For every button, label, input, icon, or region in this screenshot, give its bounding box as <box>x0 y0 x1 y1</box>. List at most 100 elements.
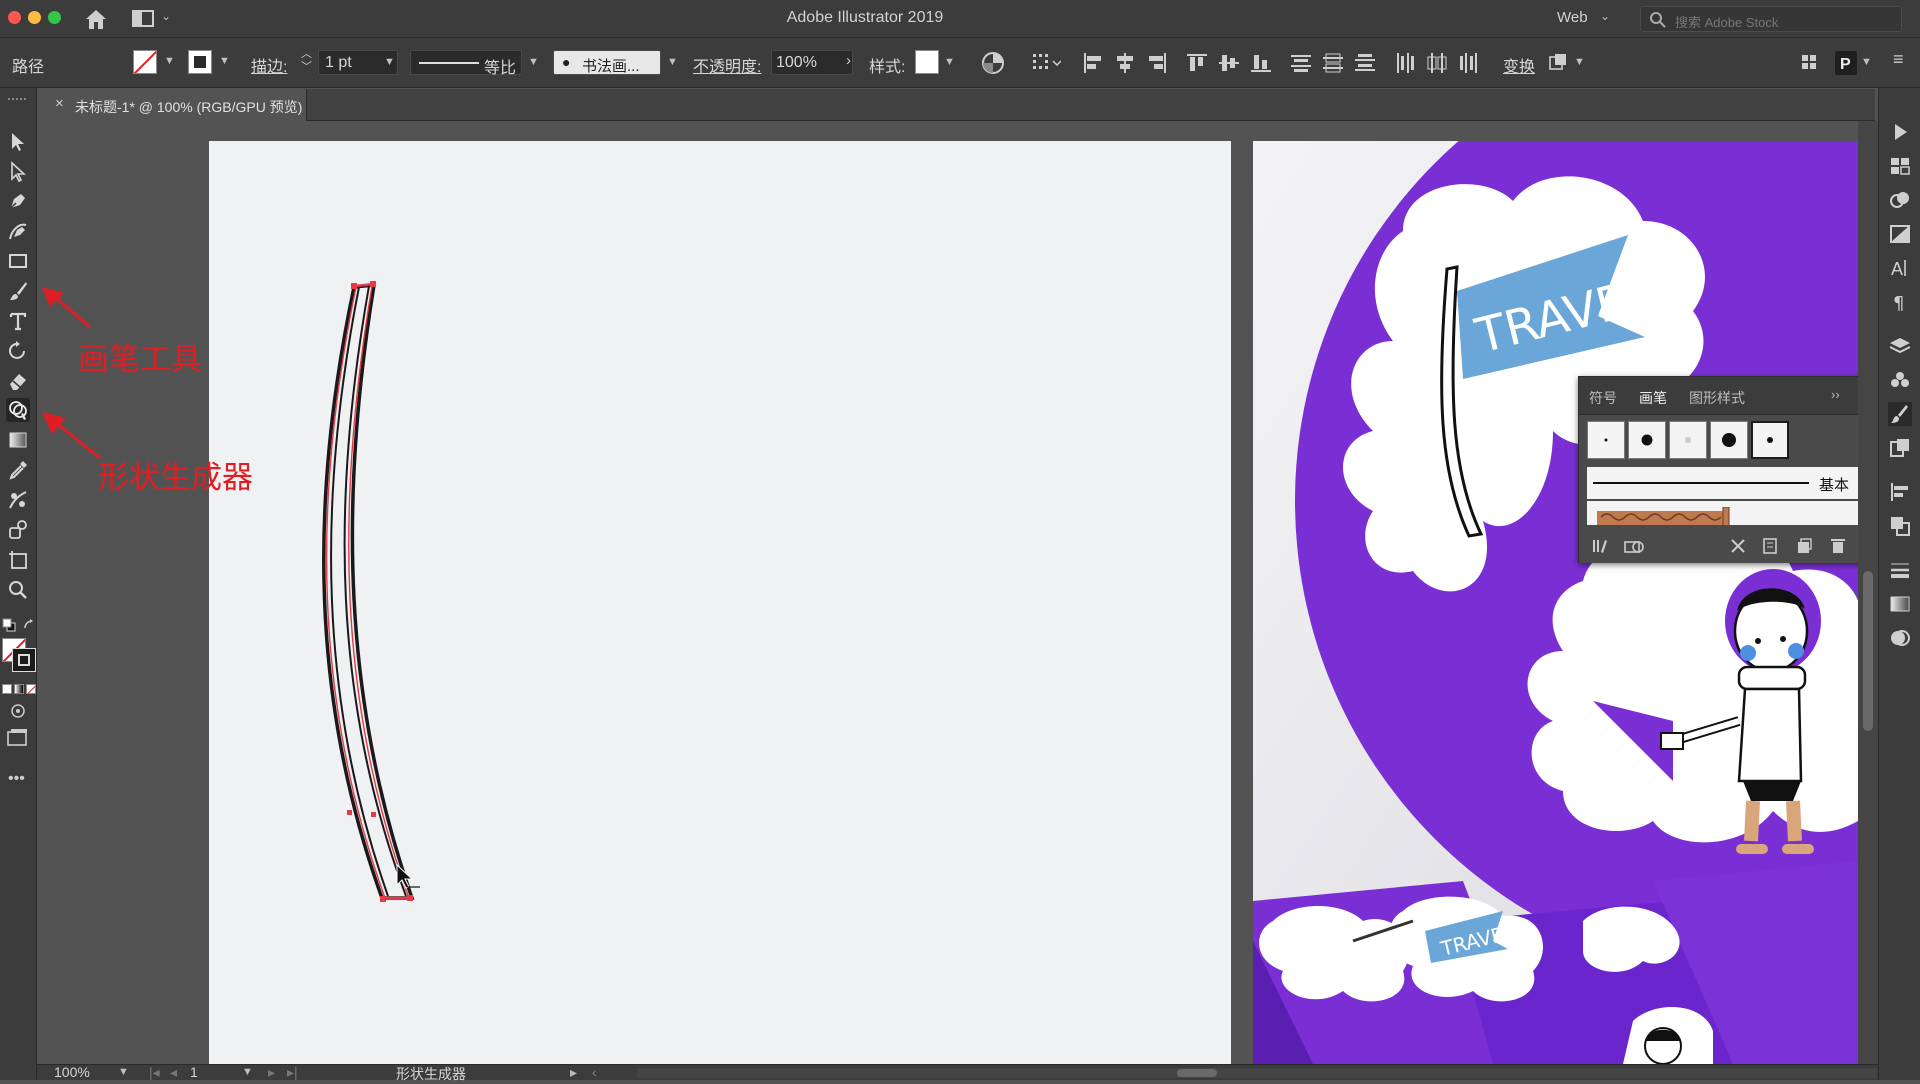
expand-panel-icon[interactable]: ›› <box>1831 387 1840 402</box>
chevron-down-icon[interactable]: ▼ <box>944 56 955 68</box>
draw-mode-icon[interactable] <box>8 702 28 720</box>
distribute-right-icon[interactable] <box>1458 52 1480 74</box>
delete-brush-icon[interactable] <box>1829 537 1847 555</box>
brush-libraries-icon[interactable] <box>1591 537 1611 555</box>
default-colors-icon[interactable] <box>2 618 16 632</box>
vertical-scrollbar[interactable] <box>1858 121 1878 1064</box>
color-mode-button[interactable] <box>2 684 12 694</box>
align-vertical-center-icon[interactable] <box>1218 52 1240 74</box>
chevron-down-icon[interactable]: ▼ <box>384 56 395 68</box>
direct-selection-tool[interactable] <box>6 160 30 184</box>
tab-graphic-styles[interactable]: 图形样式 <box>1689 388 1745 408</box>
brush-swatch-small[interactable] <box>1587 421 1625 459</box>
chevron-down-icon[interactable]: ▼ <box>242 1066 253 1078</box>
opacity-panel-link[interactable]: 不透明度: <box>693 53 761 77</box>
align-horizontal-center-icon[interactable] <box>1114 52 1136 74</box>
artboard-number-field[interactable]: 1 <box>190 1064 198 1080</box>
chevron-down-icon[interactable]: ▼ <box>164 55 175 67</box>
art-brush-row[interactable] <box>1587 501 1859 525</box>
rectangle-tool[interactable] <box>6 249 30 273</box>
artboard-tool[interactable] <box>6 548 30 572</box>
shape-builder-tool[interactable] <box>6 398 30 422</box>
transparency-icon[interactable] <box>1888 626 1912 650</box>
chevron-down-icon[interactable]: ▼ <box>118 1066 129 1078</box>
stock-search-input[interactable]: 搜索 Adobe Stock <box>1640 6 1902 32</box>
swap-colors-icon[interactable] <box>22 618 36 632</box>
chevron-down-icon[interactable]: ▼ <box>528 56 539 68</box>
paintbrush-tool[interactable] <box>6 279 30 303</box>
image-trace-icon[interactable] <box>1888 222 1912 246</box>
zoom-level-field[interactable]: 100% <box>54 1064 90 1080</box>
align-panel-icon[interactable] <box>1888 480 1912 504</box>
brush-options-icon[interactable] <box>1761 537 1779 555</box>
workspace-switcher[interactable]: Web <box>1557 9 1588 26</box>
panel-grip-icon[interactable] <box>8 98 30 102</box>
artboards-icon[interactable] <box>1888 436 1912 460</box>
zoom-tool[interactable] <box>6 578 30 602</box>
type-tool[interactable] <box>6 309 30 333</box>
next-artboard-button[interactable]: ▸ <box>268 1064 275 1081</box>
distribute-top-icon[interactable] <box>1290 52 1312 74</box>
edit-toolbar-icon[interactable]: ••• <box>8 770 25 788</box>
pathfinder-icon[interactable] <box>1888 514 1912 538</box>
brush-definition-dropdown[interactable]: ● 书法画... <box>553 50 661 75</box>
symbols-icon[interactable] <box>1888 368 1912 392</box>
status-menu-arrow[interactable]: ▸ <box>570 1064 577 1081</box>
libraries-panel-icon[interactable] <box>1623 537 1647 555</box>
distribute-bottom-icon[interactable] <box>1354 52 1376 74</box>
chevron-right-icon[interactable]: › <box>846 52 851 69</box>
symbol-sprayer-tool[interactable] <box>6 518 30 542</box>
brush-swatch-large[interactable] <box>1710 421 1748 459</box>
brush-swatch-light[interactable] <box>1669 421 1707 459</box>
align-bottom-icon[interactable] <box>1250 52 1272 74</box>
distribute-horizontal-center-icon[interactable] <box>1426 52 1448 74</box>
stroke-color-box[interactable] <box>12 648 36 672</box>
isolate-selected-icon[interactable] <box>1547 52 1569 74</box>
paragraph-icon[interactable]: ¶ <box>1888 290 1912 314</box>
none-mode-button[interactable] <box>26 684 36 694</box>
blend-tool[interactable] <box>6 488 30 512</box>
horizontal-scrollbar[interactable] <box>637 1068 1877 1078</box>
last-artboard-button[interactable]: ▸| <box>287 1064 298 1081</box>
brushes-icon[interactable] <box>1888 402 1912 426</box>
eyedropper-tool[interactable] <box>6 458 30 482</box>
artboard[interactable] <box>209 141 1231 1064</box>
play-icon[interactable] <box>1888 120 1912 144</box>
variable-width-profile-dropdown[interactable]: 等比 <box>410 50 522 77</box>
cc-libraries-icon[interactable] <box>1888 188 1912 212</box>
first-artboard-button[interactable]: |◂ <box>149 1064 160 1081</box>
stroke-swatch[interactable] <box>188 50 212 74</box>
align-left-icon[interactable] <box>1082 52 1104 74</box>
gradient-mode-button[interactable] <box>14 684 24 694</box>
control-bar-menu-icon[interactable]: ≡ <box>1893 49 1904 70</box>
align-right-icon[interactable] <box>1146 52 1168 74</box>
graphic-style-swatch[interactable] <box>915 50 939 74</box>
scroll-left-arrow[interactable]: ‹ <box>592 1064 597 1080</box>
reference-image[interactable]: TRAVEL TRAVEL <box>1253 141 1858 1064</box>
close-icon[interactable]: × <box>55 95 64 112</box>
chevron-down-icon[interactable]: ▼ <box>219 55 230 67</box>
distribute-left-icon[interactable] <box>1394 52 1416 74</box>
gradient-tool[interactable] <box>6 428 30 452</box>
swatches-icon[interactable] <box>1888 154 1912 178</box>
recolor-artwork-icon[interactable] <box>981 51 1005 75</box>
previous-artboard-button[interactable]: ◂ <box>170 1064 177 1081</box>
layers-icon[interactable] <box>1888 334 1912 358</box>
tab-symbols[interactable]: 符号 <box>1589 388 1617 408</box>
stroke-panel-link[interactable]: 描边: <box>251 53 287 77</box>
basic-brush-row[interactable]: 基本 <box>1587 467 1859 499</box>
stroke-weight-stepper[interactable]: ︿ ﹀ <box>301 48 312 74</box>
selection-tool[interactable] <box>6 130 30 154</box>
brush-swatch-selected[interactable] <box>1751 421 1789 459</box>
gradient-panel-icon[interactable] <box>1888 592 1912 616</box>
chevron-down-icon[interactable]: ▼ <box>1574 56 1585 68</box>
transform-panel-link[interactable]: 变换 <box>1503 53 1535 77</box>
tab-brushes[interactable]: 画笔 <box>1633 377 1673 415</box>
remove-brush-stroke-icon[interactable] <box>1729 537 1747 555</box>
chevron-down-icon[interactable]: ▼ <box>667 56 678 68</box>
pen-tool[interactable] <box>6 189 30 213</box>
properties-panel-icon[interactable]: P <box>1834 50 1858 76</box>
opacity-field[interactable]: 100% <box>771 50 853 75</box>
chevron-down-icon[interactable]: ⌄ <box>1600 9 1610 23</box>
stroke-panel-icon[interactable] <box>1888 558 1912 582</box>
